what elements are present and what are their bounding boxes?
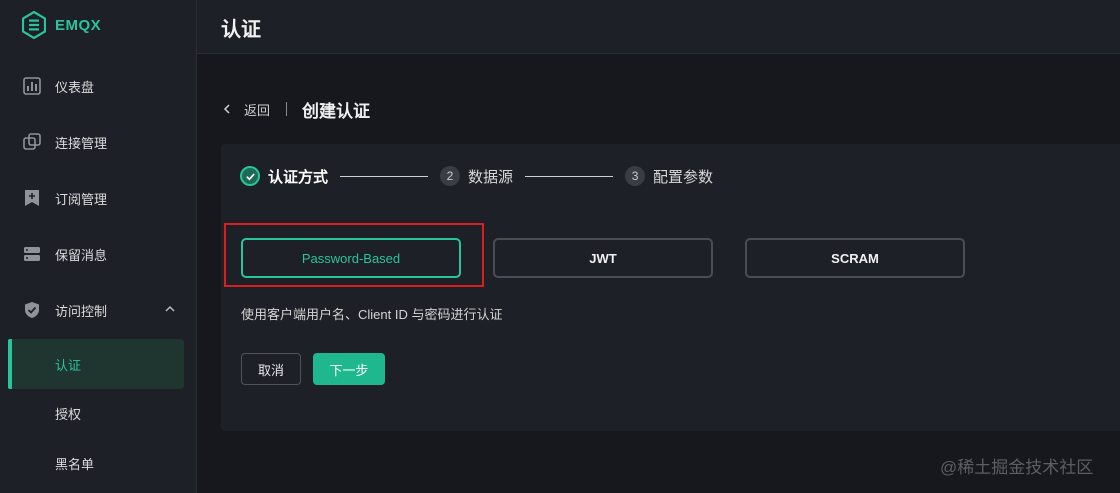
sidebar-item-label: 仪表盘	[55, 79, 95, 95]
sidebar-subitem-authorization[interactable]: 授权	[8, 388, 184, 438]
option-password-based[interactable]: Password-Based	[241, 238, 461, 278]
sidebar: EMQX 仪表盘 连接管理 订阅管理 保留消息 访问控制 认证 授权 黑名单	[0, 0, 197, 493]
cancel-label: 取消	[257, 362, 284, 378]
step-number: 2	[440, 166, 461, 186]
steps-progress: 认证方式 2 数据源 3 配置参数	[240, 165, 713, 187]
emqx-logo-icon	[22, 11, 46, 39]
sidebar-item-subscriptions[interactable]: 订阅管理	[0, 178, 197, 218]
option-label: Password-Based	[301, 250, 401, 266]
access-control-icon	[25, 302, 39, 318]
chevron-left-icon	[223, 104, 230, 114]
step-number: 3	[625, 166, 646, 186]
breadcrumb-divider	[286, 102, 288, 116]
watermark: @稀土掘金技术社区	[940, 458, 1094, 477]
sidebar-item-dashboard[interactable]: 仪表盘	[0, 66, 197, 106]
back-label: 返回	[244, 102, 271, 118]
back-button[interactable]: 返回	[222, 100, 270, 119]
sidebar-subitem-authentication[interactable]: 认证	[8, 339, 184, 389]
logo[interactable]: EMQX	[22, 11, 101, 39]
page-title: 认证	[221, 19, 261, 41]
chevron-up-icon	[165, 305, 175, 312]
retained-messages-icon	[24, 247, 40, 261]
step-label: 认证方式	[268, 168, 329, 186]
next-button[interactable]: 下一步	[313, 353, 385, 385]
step-1: 认证方式	[240, 166, 328, 187]
option-scram[interactable]: SCRAM	[745, 238, 965, 278]
option-label: JWT	[589, 250, 617, 266]
sidebar-subitem-label: 认证	[55, 357, 82, 373]
create-auth-card	[221, 144, 1120, 431]
connections-icon	[23, 133, 41, 150]
sidebar-item-retained-messages[interactable]: 保留消息	[0, 234, 197, 274]
app-name: EMQX	[55, 16, 102, 34]
sidebar-item-label: 连接管理	[55, 135, 108, 151]
breadcrumb-title: 创建认证	[302, 101, 371, 121]
option-jwt[interactable]: JWT	[493, 238, 713, 278]
sidebar-item-connections[interactable]: 连接管理	[0, 122, 197, 162]
step-3: 3 配置参数	[625, 166, 713, 187]
check-icon	[240, 166, 260, 186]
step-label: 配置参数	[653, 168, 714, 186]
sidebar-item-label: 订阅管理	[55, 191, 108, 207]
top-header: 认证	[197, 0, 1120, 54]
sidebar-item-access-control[interactable]: 访问控制	[0, 290, 197, 330]
next-label: 下一步	[329, 362, 369, 378]
step-2: 2 数据源	[440, 166, 513, 187]
cancel-button[interactable]: 取消	[241, 353, 301, 385]
sidebar-item-label: 访问控制	[55, 303, 108, 319]
step-connector	[525, 175, 614, 177]
sidebar-subitem-blacklist[interactable]: 黑名单	[8, 438, 184, 488]
breadcrumb: 返回 创建认证	[222, 97, 370, 121]
dashboard-icon	[23, 77, 41, 95]
subscriptions-icon	[25, 190, 39, 206]
option-description: 使用客户端用户名、Client ID 与密码进行认证	[241, 307, 503, 322]
step-connector	[340, 175, 429, 177]
sidebar-subitem-label: 黑名单	[55, 456, 95, 472]
option-label: SCRAM	[831, 250, 879, 266]
step-label: 数据源	[468, 168, 514, 186]
sidebar-item-label: 保留消息	[55, 247, 108, 263]
sidebar-subitem-label: 授权	[55, 406, 82, 422]
